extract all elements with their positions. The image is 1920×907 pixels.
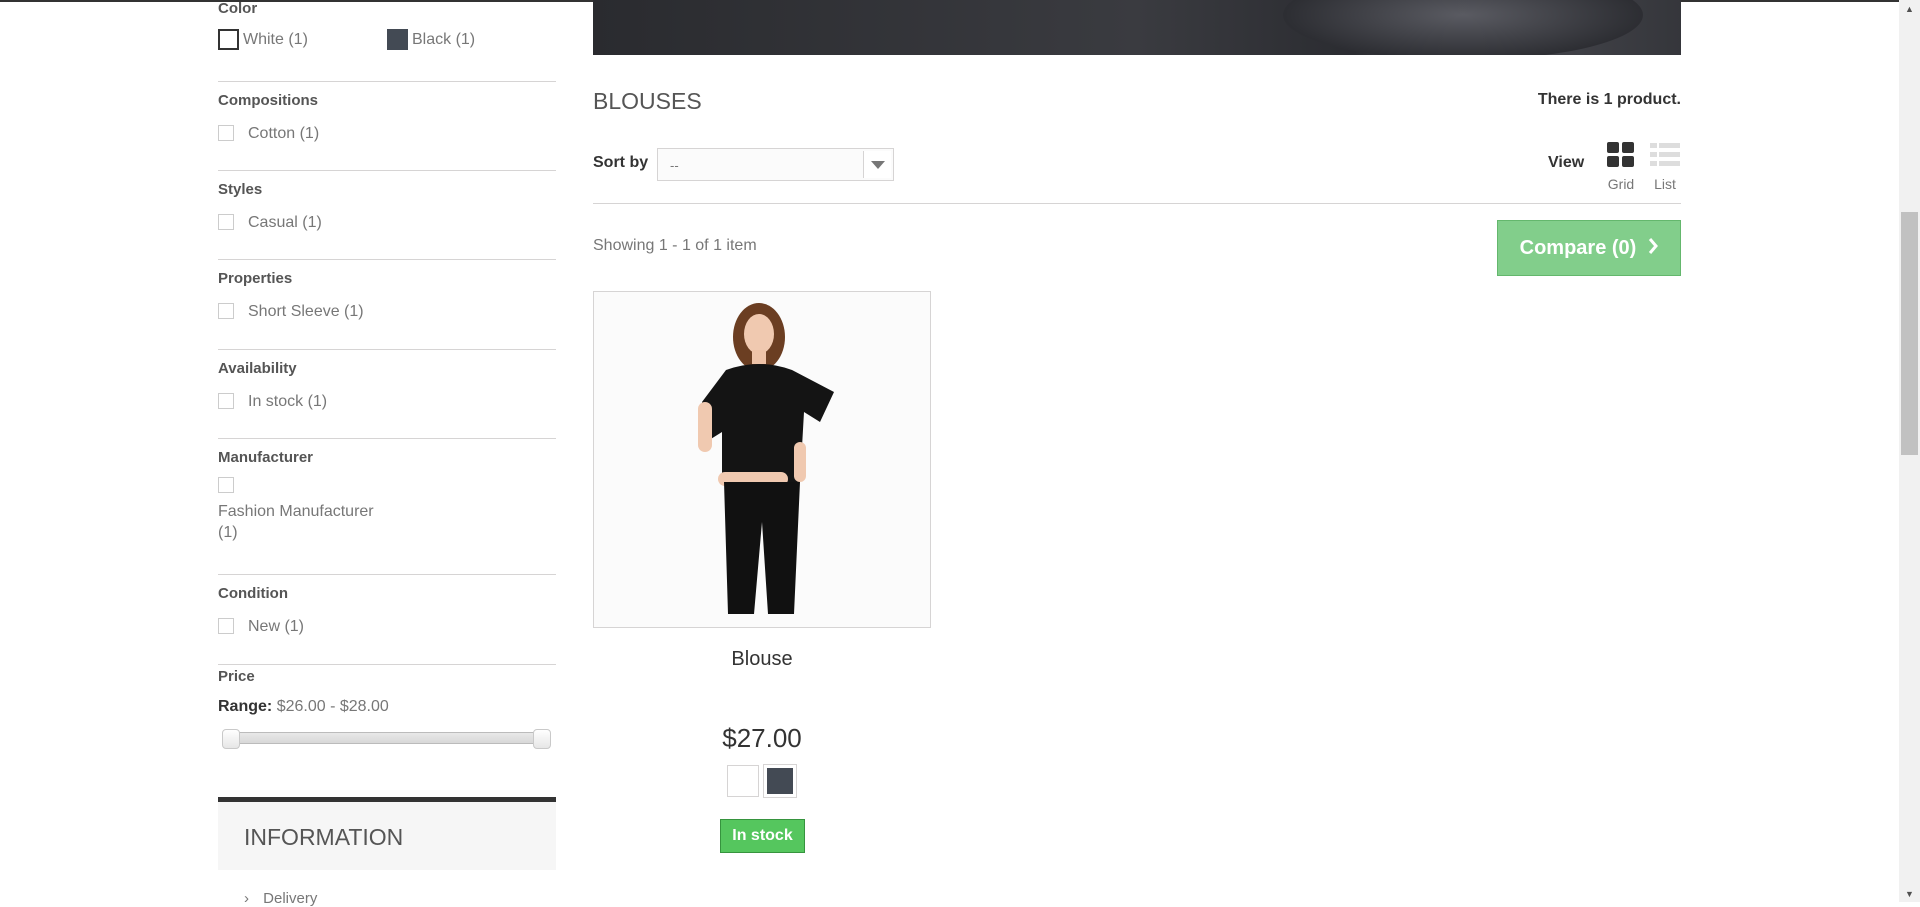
page-scrollbar[interactable]: ▲ ▼ [1899,0,1920,902]
toolbar-divider [593,203,1681,204]
scroll-down-arrow-icon[interactable]: ▼ [1899,885,1920,902]
view-label: View [1548,154,1585,171]
view-grid-button[interactable]: Grid [1607,142,1635,192]
sort-select-value: -- [670,158,679,173]
checkbox[interactable] [218,617,234,634]
filter-title-availability: Availability [218,360,297,377]
white-swatch[interactable] [218,29,239,50]
filter-option-short-sleeve[interactable]: Short Sleeve (1) [218,300,364,321]
chevron-right-icon [1648,237,1659,260]
product-color-list [727,764,797,798]
filter-title-price: Price [218,668,255,685]
price-slider-max-handle[interactable] [533,729,551,749]
color-option-black[interactable] [763,764,797,798]
filter-title-manufacturer: Manufacturer [218,449,314,466]
filter-group-condition: Condition New (1) [218,575,556,665]
price-range-label: Range: [218,698,273,715]
filter-group-availability: Availability In stock (1) [218,350,556,439]
product-count: There is 1 product. [1537,91,1681,108]
filter-option-label: New (1) [248,618,305,635]
price-range-text: Range: $26.00 - $28.00 [218,698,389,716]
category-banner-image [593,0,1681,55]
checkbox[interactable] [218,477,234,493]
filter-title-color: Color [218,0,258,17]
compare-button[interactable]: Compare (0) [1497,220,1681,276]
availability-badge: In stock [720,819,805,853]
banner-figure [1283,0,1643,55]
color-option-white[interactable] [727,765,759,797]
filter-group-properties: Properties Short Sleeve (1) [218,260,556,350]
filter-option-label: Black (1) [412,30,476,48]
filter-group-color: Color White (1) Black (1) [218,0,556,82]
view-list-label: List [1654,176,1676,192]
checkbox[interactable] [218,302,234,319]
grid-icon [1607,142,1635,171]
filter-option-new[interactable]: New (1) [218,615,304,636]
price-slider-min-handle[interactable] [222,729,240,749]
scroll-up-arrow-icon[interactable]: ▲ [1899,0,1920,17]
filter-option-black[interactable]: Black (1) [387,29,475,50]
chevron-right-icon: › [244,890,249,907]
filter-title-condition: Condition [218,585,288,602]
chevron-down-icon[interactable] [863,151,891,178]
checkbox[interactable] [218,213,234,230]
filter-group-manufacturer: Manufacturer Fashion Manufacturer (1) [218,439,556,575]
filter-option-count: (1) [218,524,238,541]
list-icon [1650,142,1680,171]
filter-option-in-stock[interactable]: In stock (1) [218,390,327,411]
product-card[interactable]: Blouse $27.00 In stock [593,291,931,853]
filter-title-compositions: Compositions [218,92,318,109]
price-slider[interactable] [222,729,551,749]
filter-title-styles: Styles [218,181,263,198]
filter-option-label: Fashion Manufacturer [218,503,374,520]
view-grid-label: Grid [1607,176,1635,192]
filter-option-label: Cotton (1) [248,125,320,142]
information-title: INFORMATION [244,824,404,850]
price-range-value: $26.00 - $28.00 [276,698,389,715]
compare-label: Compare (0) [1519,236,1637,259]
filter-option-label: Short Sleeve (1) [248,303,364,320]
filter-option-label: Casual (1) [248,214,322,231]
filter-group-compositions: Compositions Cotton (1) [218,82,556,171]
filter-sidebar: Color White (1) Black (1) Compositions C… [218,0,556,907]
information-link-delivery[interactable]: › Delivery [244,890,317,907]
information-link-label: Delivery [263,890,318,907]
category-title: BLOUSES [593,88,702,114]
filter-option-cotton[interactable]: Cotton (1) [218,122,319,143]
filter-title-properties: Properties [218,270,293,287]
filter-option-white[interactable]: White (1) [218,29,308,50]
filter-option-casual[interactable]: Casual (1) [218,211,322,232]
filter-option-fashion-manufacturer[interactable]: Fashion Manufacturer (1) [218,477,374,542]
filter-option-label: In stock (1) [248,393,328,410]
sort-label: Sort by [593,154,649,171]
product-price: $27.00 [722,723,802,753]
product-image[interactable] [593,291,931,628]
showing-text: Showing 1 - 1 of 1 item [593,237,757,254]
product-photo-model [594,292,930,627]
checkbox[interactable] [218,392,234,409]
filter-group-styles: Styles Casual (1) [218,171,556,260]
black-swatch[interactable] [387,29,408,50]
scroll-thumb[interactable] [1901,212,1918,455]
checkbox[interactable] [218,124,234,141]
filter-option-label: White (1) [243,30,308,48]
product-name[interactable]: Blouse [593,648,931,671]
view-list-button[interactable]: List [1650,142,1680,192]
sort-select[interactable]: -- [657,148,894,181]
information-block: INFORMATION [218,797,556,870]
